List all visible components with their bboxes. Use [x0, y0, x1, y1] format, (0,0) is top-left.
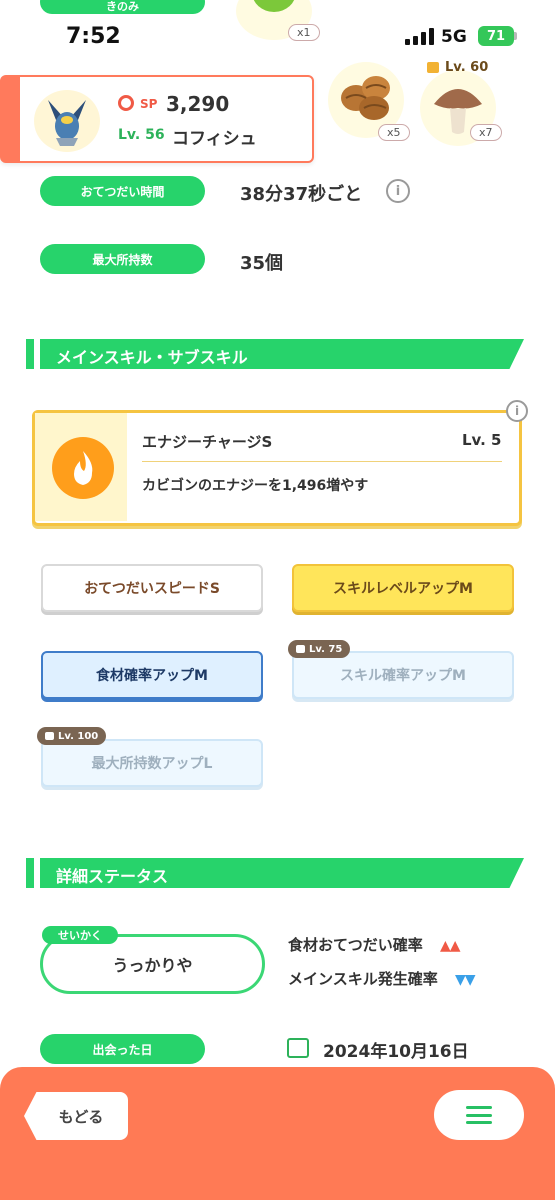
item-qty: x1: [288, 24, 320, 41]
info-icon[interactable]: i: [386, 179, 410, 203]
info-icon[interactable]: i: [506, 400, 528, 422]
nature-down-label: メインスキル発生確率: [288, 970, 438, 988]
battery-level: 71: [486, 28, 506, 44]
details-section-header: 詳細ステータス: [26, 858, 524, 888]
lock-icon: [296, 645, 305, 653]
fire-icon: [52, 437, 114, 499]
berry-label-pill: きのみ: [40, 0, 205, 14]
met-date-value: 2024年10月16日: [323, 1042, 469, 1062]
main-skill-level: Lv. 5: [462, 431, 502, 449]
pokemon-level: Lv. 56: [118, 127, 165, 143]
pokemon-avatar: [34, 90, 100, 152]
sp-value: 3,290: [166, 92, 230, 116]
item-qty: x5: [378, 124, 410, 141]
help-time-label: おてつだい時間: [40, 176, 205, 206]
lock-level: Lv. 75: [309, 643, 343, 655]
lock-tag: Lv. 100: [37, 727, 107, 745]
sub-skill-button[interactable]: おてつだいスピードS: [41, 564, 263, 612]
max-carry-value: 35個: [240, 253, 284, 274]
sp-icon: [118, 95, 134, 111]
main-skill-name: エナジーチャージS: [142, 433, 273, 451]
up-arrows-icon: ▲▲: [439, 938, 461, 954]
lock-level: Lv. 100: [58, 730, 99, 742]
section-title: 詳細ステータス: [56, 867, 169, 886]
max-carry-label: 最大所持数: [40, 244, 205, 274]
nature-up-effect: 食材おてつだい確率 ▲▲: [288, 934, 461, 955]
sub-skill-button-locked[interactable]: スキル確率アップM: [292, 651, 514, 699]
calendar-icon: [287, 1038, 309, 1058]
lock-tag: Lv. 75: [288, 640, 351, 658]
mushroom-lock-badge: Lv. 60: [427, 60, 488, 75]
signal-icon: [405, 28, 435, 45]
sp-label: SP: [140, 97, 158, 111]
nature-up-label: 食材おてつだい確率: [288, 936, 423, 954]
lock-icon: [45, 732, 54, 740]
met-date-label: 出会った日: [40, 1034, 205, 1064]
sub-skill-button-locked[interactable]: 最大所持数アップL: [41, 739, 263, 787]
down-arrows-icon: ▼▼: [454, 972, 476, 988]
menu-button[interactable]: [434, 1090, 524, 1140]
section-title: メインスキル・サブスキル: [56, 348, 248, 367]
help-time-value: 38分37秒ごと: [240, 184, 363, 205]
skills-section-header: メインスキル・サブスキル: [26, 339, 524, 369]
network-type: 5G: [441, 27, 467, 47]
battery-icon: 71: [478, 26, 514, 46]
back-label: もどる: [58, 1107, 104, 1126]
pokemon-name: コフィシュ: [172, 129, 257, 149]
battery-cap: [514, 32, 517, 40]
nature-tag: せいかく: [42, 926, 118, 944]
status-time: 7:52: [66, 24, 121, 49]
menu-icon: [466, 1106, 492, 1124]
sub-skill-button[interactable]: スキルレベルアップM: [292, 564, 514, 612]
lock-icon: [427, 62, 439, 73]
nature-down-effect: メインスキル発生確率 ▼▼: [288, 968, 476, 989]
pokemon-sprite-icon: [48, 100, 86, 146]
main-skill-description: カビゴンのエナジーを1,496増やす: [142, 478, 369, 494]
item-qty: x7: [470, 124, 502, 141]
lock-level: Lv. 60: [445, 60, 489, 75]
back-button[interactable]: もどる: [24, 1092, 128, 1140]
sub-skill-button[interactable]: 食材確率アップM: [41, 651, 263, 699]
divider: [142, 461, 502, 462]
